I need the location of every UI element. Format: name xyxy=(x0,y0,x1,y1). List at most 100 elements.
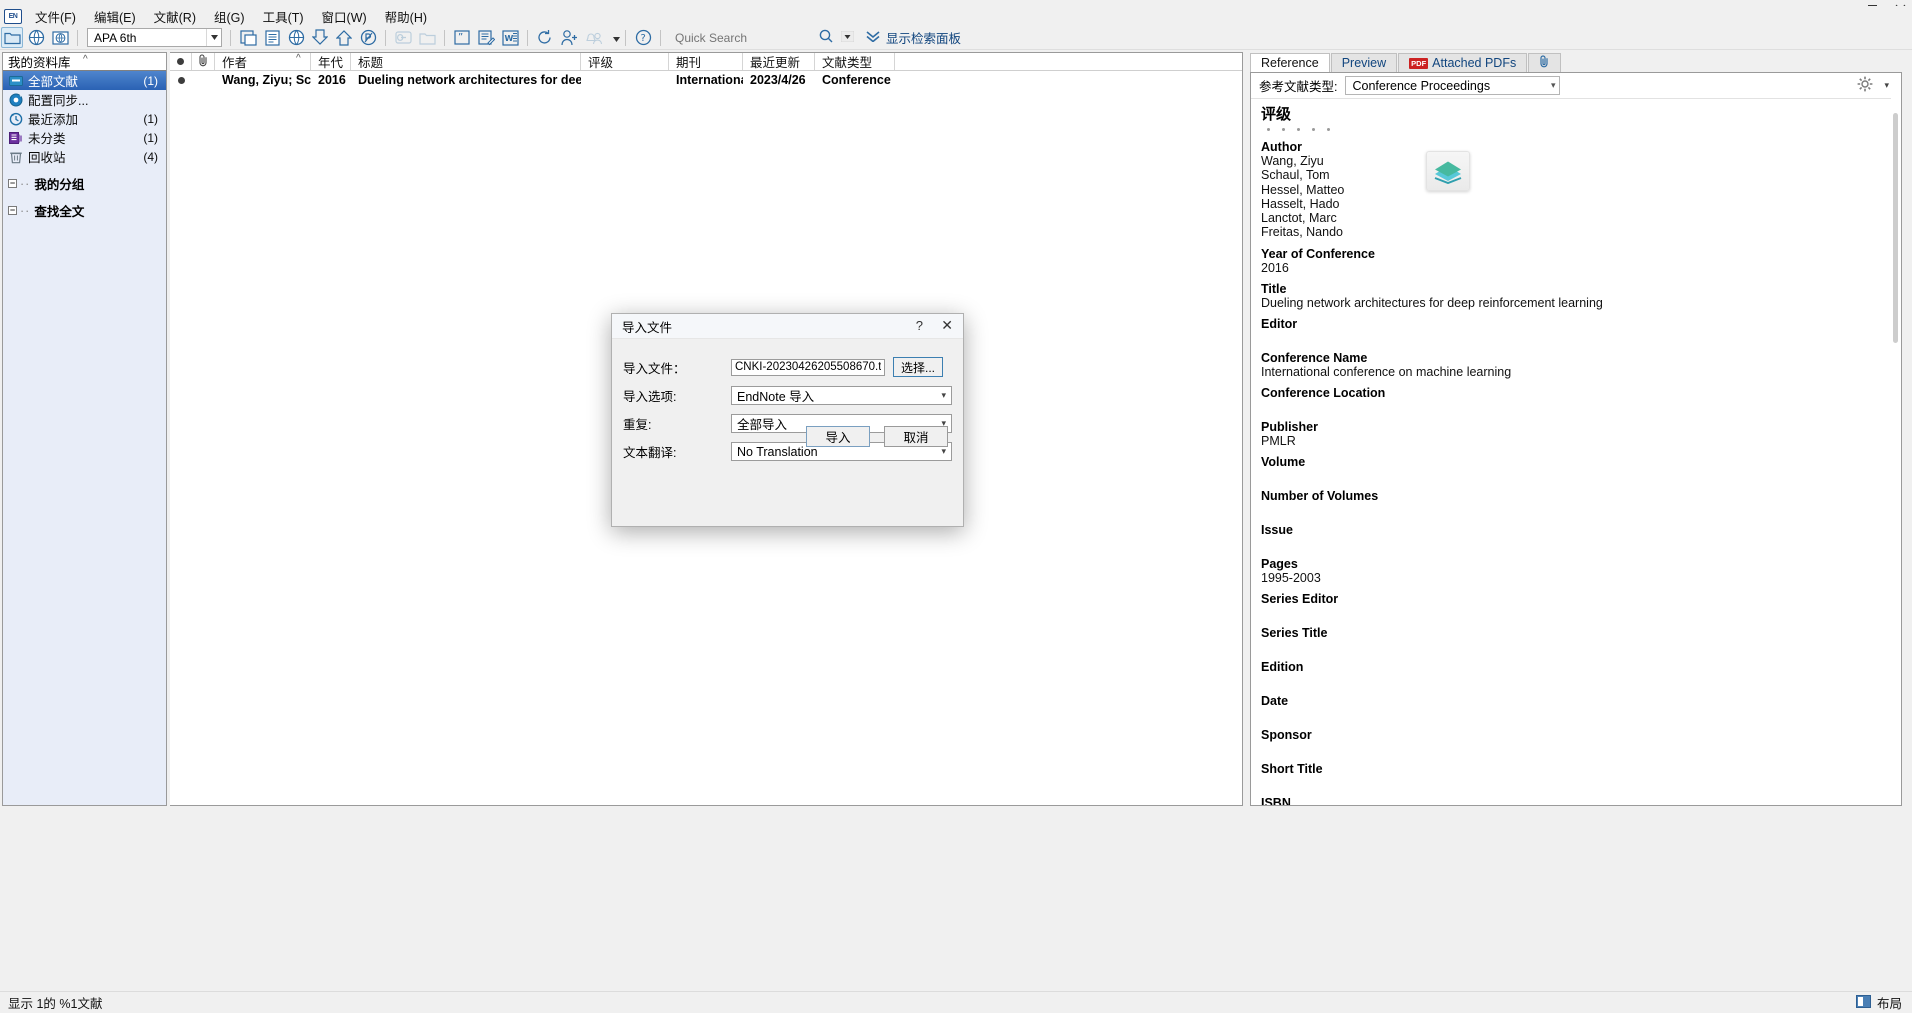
edit-reference-icon[interactable] xyxy=(475,27,497,48)
notify-icon[interactable] xyxy=(582,27,604,48)
cancel-button[interactable]: 取消 xyxy=(884,426,948,447)
sidebar-group-my-groups[interactable]: − ·· 我的分组 xyxy=(3,174,166,193)
rating-star[interactable] xyxy=(1312,128,1315,131)
sidebar-item-recently-added[interactable]: 最近添加 (1) xyxy=(3,109,166,128)
field-value[interactable] xyxy=(1261,640,1873,653)
field-value[interactable]: 2016 xyxy=(1261,261,1873,275)
row-read-status[interactable] xyxy=(170,71,192,89)
layout-icon[interactable] xyxy=(1855,994,1871,1011)
field-value[interactable]: International conference on machine lear… xyxy=(1261,365,1873,379)
field-value[interactable]: Wang, Ziyu Schaul, Tom Hessel, Matteo Ha… xyxy=(1261,154,1873,240)
field-label: Series Editor xyxy=(1261,591,1339,606)
expander-minus-icon[interactable]: − xyxy=(8,179,17,188)
rating-star[interactable] xyxy=(1282,128,1285,131)
field-value[interactable] xyxy=(1261,331,1873,344)
citation-style-combo[interactable]: APA 6th xyxy=(87,28,222,47)
copy-reference-icon[interactable] xyxy=(237,27,259,48)
field-value[interactable]: 1995-2003 xyxy=(1261,571,1873,585)
tab-attached-pdfs[interactable]: PDF Attached PDFs xyxy=(1398,53,1528,72)
rating-star[interactable] xyxy=(1267,128,1270,131)
new-reference-icon[interactable] xyxy=(261,27,283,48)
field-value[interactable] xyxy=(1261,606,1873,619)
column-header-title[interactable]: 标题 xyxy=(351,53,581,70)
menu-file[interactable]: 文件(F) xyxy=(26,5,85,28)
rating-star[interactable] xyxy=(1327,128,1330,131)
field-value[interactable]: PMLR xyxy=(1261,434,1873,448)
chevron-down-icon[interactable]: ▾ xyxy=(941,390,946,401)
quick-search-input[interactable] xyxy=(675,30,795,45)
new-folder-icon[interactable] xyxy=(1,27,23,48)
field-value[interactable] xyxy=(1261,776,1873,789)
open-pdf-icon[interactable] xyxy=(357,27,379,48)
reference-panel-scrollbar[interactable] xyxy=(1891,73,1901,805)
rating-stars[interactable] xyxy=(1261,124,1873,133)
menu-window[interactable]: 窗口(W) xyxy=(313,5,376,28)
import-icon[interactable] xyxy=(309,27,331,48)
link-icon[interactable] xyxy=(392,27,414,48)
menu-groups[interactable]: 组(G) xyxy=(205,5,254,28)
chevron-down-icon[interactable] xyxy=(206,29,221,46)
rating-star[interactable] xyxy=(1297,128,1300,131)
toggle-search-panel-button[interactable]: 显示检索面板 xyxy=(866,28,961,47)
help-icon[interactable]: ? xyxy=(632,27,654,48)
column-header-attachment[interactable] xyxy=(192,53,215,70)
field-value[interactable] xyxy=(1261,708,1873,721)
sync-icon[interactable] xyxy=(534,27,556,48)
help-icon[interactable]: ? xyxy=(916,318,923,333)
column-header-last-updated[interactable]: 最近更新 xyxy=(743,53,815,70)
share-icon[interactable] xyxy=(558,27,580,48)
reference-type-combo[interactable]: Conference Proceedings ▾ xyxy=(1345,76,1561,95)
export-icon[interactable] xyxy=(333,27,355,48)
import-file-input[interactable] xyxy=(731,358,885,376)
column-header-journal[interactable]: 期刊 xyxy=(669,53,743,70)
field-value[interactable]: Dueling network architectures for deep r… xyxy=(1261,296,1873,310)
online-search-mode-icon[interactable] xyxy=(49,27,71,48)
column-header-author[interactable]: 作者 ^ xyxy=(215,53,311,70)
tab-attachments[interactable] xyxy=(1528,53,1562,72)
search-icon[interactable] xyxy=(819,29,833,46)
sidebar-item-configure-sync[interactable]: 配置同步... xyxy=(3,90,166,109)
column-header-reference-type[interactable]: 文献类型 xyxy=(815,53,895,70)
quote-icon[interactable]: ” xyxy=(451,27,473,48)
column-header-read[interactable] xyxy=(170,53,192,70)
field-series-editor: Series Editor xyxy=(1261,585,1873,619)
row-reference-type: Conference Pr... xyxy=(822,73,895,87)
menu-help[interactable]: 帮助(H) xyxy=(376,5,436,28)
chevron-down-icon[interactable]: ▾ xyxy=(941,446,946,457)
field-value[interactable] xyxy=(1261,742,1873,755)
table-row[interactable]: Wang, Ziyu; Scha... 2016 Dueling network… xyxy=(170,71,1242,89)
column-header-year[interactable]: 年代 xyxy=(311,53,351,70)
close-icon[interactable]: ✕ xyxy=(941,318,953,332)
field-value[interactable] xyxy=(1261,674,1873,687)
quick-search-options-caret-icon[interactable] xyxy=(840,30,855,45)
tab-reference[interactable]: Reference xyxy=(1250,53,1330,72)
menu-tools[interactable]: 工具(T) xyxy=(254,5,313,28)
field-value[interactable] xyxy=(1261,503,1873,516)
field-value[interactable] xyxy=(1261,400,1873,413)
browse-button[interactable]: 选择... xyxy=(893,357,943,377)
menu-references[interactable]: 文献(R) xyxy=(145,5,205,28)
sidebar-item-unfiled[interactable]: 未分类 (1) xyxy=(3,128,166,147)
field-value[interactable] xyxy=(1261,469,1873,482)
scrollbar-thumb[interactable] xyxy=(1893,113,1898,343)
menu-edit[interactable]: 编辑(E) xyxy=(85,5,145,28)
chevron-down-icon[interactable]: ▾ xyxy=(1551,80,1556,91)
column-header-rating[interactable]: 评级 xyxy=(581,53,669,70)
layout-control[interactable]: 布局 xyxy=(1855,993,1902,1012)
gear-icon[interactable] xyxy=(1857,76,1873,95)
expander-minus-icon[interactable]: − xyxy=(8,206,17,215)
import-option-select[interactable]: EndNote 导入 ▾ xyxy=(731,386,952,405)
globe-reference-icon[interactable] xyxy=(285,27,307,48)
tab-preview[interactable]: Preview xyxy=(1330,53,1398,72)
online-search-icon[interactable] xyxy=(25,27,47,48)
import-button[interactable]: 导入 xyxy=(806,426,870,447)
gear-dropdown-caret-icon[interactable]: ▾ xyxy=(1884,80,1889,91)
word-icon[interactable]: W xyxy=(499,27,521,48)
field-value[interactable] xyxy=(1261,537,1873,550)
sidebar-item-trash[interactable]: 回收站 (4) xyxy=(3,147,166,166)
open-folder-icon[interactable] xyxy=(416,27,438,48)
sidebar-item-all-references[interactable]: 全部文献 (1) xyxy=(3,71,166,90)
field-title: Title Dueling network architectures for … xyxy=(1261,275,1873,310)
sidebar-group-find-fulltext[interactable]: − ·· 查找全文 xyxy=(3,201,166,220)
notify-dropdown-caret-icon[interactable] xyxy=(613,31,620,45)
